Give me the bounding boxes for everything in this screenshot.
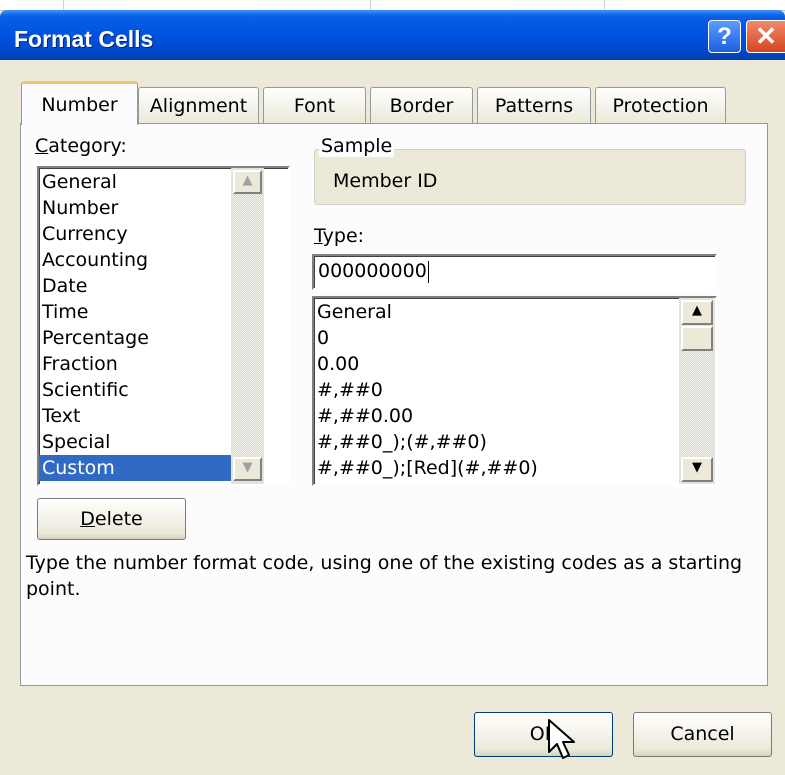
format-description: Type the number format code, using one o… xyxy=(26,552,743,600)
sample-group: Member ID xyxy=(314,149,746,205)
text-caret xyxy=(427,260,429,283)
chevron-down-icon: ▼ xyxy=(242,460,253,475)
ok-button[interactable]: OK xyxy=(474,712,613,757)
delete-button[interactable]: Delete xyxy=(37,498,186,540)
label-text: ategory: xyxy=(48,135,127,157)
type-input-value: 000000000 xyxy=(318,260,427,282)
category-item-number[interactable]: Number xyxy=(39,195,231,221)
tab-panel-number: Category: General Number Currency Accoun… xyxy=(20,123,768,686)
type-format-list[interactable]: General 0 0.00 #,##0 #,##0.00 #,##0_);(#… xyxy=(312,296,717,486)
tab-font[interactable]: Font xyxy=(263,87,366,123)
accelerator-key: T xyxy=(314,225,323,247)
tab-label: Patterns xyxy=(494,95,574,117)
help-icon: ? xyxy=(717,23,732,50)
mouse-pointer-icon xyxy=(548,719,575,759)
title-bar: Format Cells ? ✕ xyxy=(0,10,785,60)
scroll-thumb[interactable] xyxy=(681,326,713,351)
scroll-up-button[interactable]: ▲ xyxy=(681,300,713,325)
category-item-accounting[interactable]: Accounting xyxy=(39,247,231,273)
tab-label: Number xyxy=(41,94,118,116)
tab-label: Alignment xyxy=(149,95,248,117)
dialog-title: Format Cells xyxy=(14,26,154,52)
format-item[interactable]: #,##0_);[Red](#,##0) xyxy=(314,455,674,481)
sample-value: Member ID xyxy=(333,170,438,192)
category-item-scientific[interactable]: Scientific xyxy=(39,377,231,403)
grid-line xyxy=(370,0,371,10)
category-label: Category: xyxy=(35,135,127,157)
type-label: Type: xyxy=(314,225,364,247)
format-item[interactable]: General xyxy=(314,299,674,325)
grid-line xyxy=(604,0,605,10)
tab-alignment[interactable]: Alignment xyxy=(138,87,259,123)
format-items: General 0 0.00 #,##0 #,##0.00 #,##0_);(#… xyxy=(314,299,674,481)
label-text: ype: xyxy=(322,225,365,247)
help-button[interactable]: ? xyxy=(708,20,741,53)
format-item[interactable]: #,##0 xyxy=(314,377,674,403)
accelerator-key: C xyxy=(35,135,49,157)
cancel-button[interactable]: Cancel xyxy=(633,712,772,757)
category-item-fraction[interactable]: Fraction xyxy=(39,351,231,377)
category-item-special[interactable]: Special xyxy=(39,429,231,455)
tab-label: Font xyxy=(293,95,336,117)
format-item[interactable]: 0.00 xyxy=(314,351,674,377)
format-item[interactable]: #,##0_);(#,##0) xyxy=(314,429,674,455)
category-item-percentage[interactable]: Percentage xyxy=(39,325,231,351)
chevron-down-icon: ▼ xyxy=(692,460,702,475)
grid-line xyxy=(63,0,64,10)
tab-label: Border xyxy=(389,95,454,117)
tab-patterns[interactable]: Patterns xyxy=(477,87,591,123)
format-item[interactable]: 0 xyxy=(314,325,674,351)
button-label: elete xyxy=(94,508,143,530)
scroll-up-button[interactable]: ▲ xyxy=(233,170,262,194)
category-item-text[interactable]: Text xyxy=(39,403,231,429)
chevron-up-icon: ▲ xyxy=(692,303,702,318)
chevron-up-icon: ▲ xyxy=(242,173,253,188)
type-input[interactable]: 000000000 xyxy=(312,254,717,290)
category-item-custom[interactable]: Custom xyxy=(39,455,231,481)
tab-protection[interactable]: Protection xyxy=(595,87,726,123)
tab-label: Protection xyxy=(612,95,709,117)
category-list[interactable]: General Number Currency Accounting Date … xyxy=(37,166,290,486)
accelerator-key: D xyxy=(80,508,95,530)
category-item-general[interactable]: General xyxy=(39,169,231,195)
close-button[interactable]: ✕ xyxy=(746,20,785,53)
scroll-down-button[interactable]: ▼ xyxy=(681,457,713,482)
sample-legend: Sample xyxy=(319,135,395,157)
tab-border[interactable]: Border xyxy=(370,87,473,123)
scroll-down-button[interactable]: ▼ xyxy=(233,457,262,481)
category-item-date[interactable]: Date xyxy=(39,273,231,299)
category-item-currency[interactable]: Currency xyxy=(39,221,231,247)
button-label: Cancel xyxy=(670,723,735,745)
format-item[interactable]: #,##0.00 xyxy=(314,403,674,429)
category-scrollbar[interactable]: ▲ ▼ xyxy=(231,168,264,484)
category-items: General Number Currency Accounting Date … xyxy=(39,169,231,481)
category-item-time[interactable]: Time xyxy=(39,299,231,325)
tab-number[interactable]: Number xyxy=(21,81,138,125)
format-scrollbar[interactable]: ▲ ▼ xyxy=(679,298,715,484)
close-icon: ✕ xyxy=(755,21,777,51)
